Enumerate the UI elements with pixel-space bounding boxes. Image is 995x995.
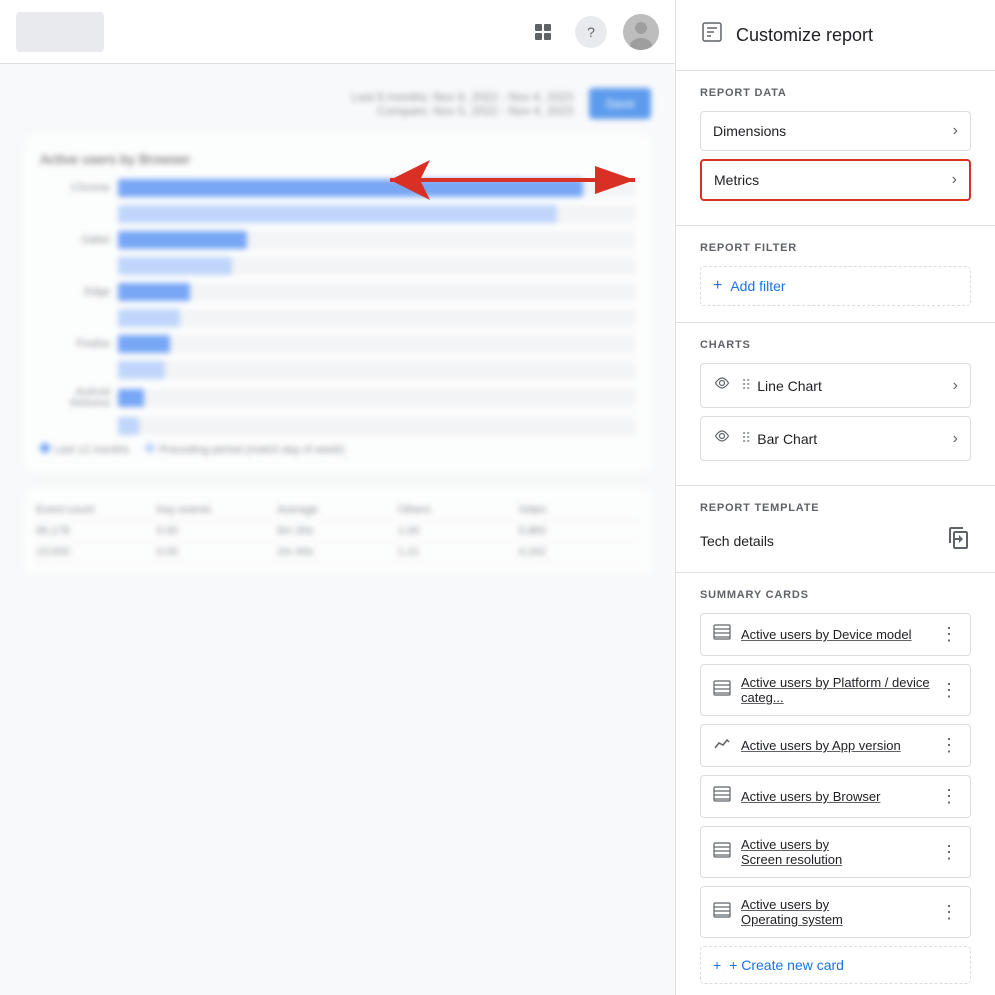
dimensions-label: Dimensions [713, 123, 786, 139]
report-data-section: REPORT DATA Dimensions › Metrics › [676, 71, 995, 226]
panel-title: Customize report [736, 25, 873, 46]
line-chart-item[interactable]: ⠿ Line Chart › [700, 363, 971, 408]
card-device-model[interactable]: Active users by Device model ⋮ [700, 613, 971, 656]
add-filter-button[interactable]: +Add filter [700, 266, 971, 306]
chart-legend: Last 12 months Preceding period (match d… [40, 443, 635, 456]
card-device-model-label: Active users by Device model [741, 627, 940, 642]
bar-chart-item[interactable]: ⠿ Bar Chart › [700, 416, 971, 461]
report-icon [700, 20, 724, 50]
report-filter-label: REPORT FILTER [700, 242, 971, 254]
create-new-card-button[interactable]: + + Create new card [700, 946, 971, 984]
three-dots-device[interactable]: ⋮ [940, 624, 958, 645]
bar-row-safari-2 [40, 257, 635, 275]
report-template-label: REPORT TEMPLATE [700, 502, 971, 514]
template-copy-icon[interactable] [947, 526, 971, 556]
card-app-version-label: Active users by App version [741, 738, 940, 753]
chevron-right-line-icon: › [953, 377, 958, 395]
bar-row-edge: Edge [40, 283, 635, 301]
three-dots-os[interactable]: ⋮ [940, 902, 958, 923]
panel-header: Customize report [676, 0, 995, 71]
bar-row-firefox: Firefox [40, 335, 635, 353]
plus-filter-icon: + [713, 277, 722, 295]
avatar[interactable] [623, 14, 659, 50]
customize-report-panel: Customize report REPORT DATA Dimensions … [675, 0, 995, 995]
bar-row-android: Android Webview [40, 387, 635, 409]
eye-icon-line [713, 374, 731, 397]
bar-chart-label: Bar Chart [757, 431, 817, 447]
bar-row-android-2 [40, 417, 635, 435]
bar-row-safari: Safari [40, 231, 635, 249]
table-area: Event countKey eventsAverageOthersVideo … [24, 488, 651, 575]
three-dots-app[interactable]: ⋮ [940, 735, 958, 756]
line-icon-app [713, 735, 731, 756]
top-bar: ? [0, 0, 675, 64]
chevron-right-bar-icon: › [953, 430, 958, 448]
three-dots-browser[interactable]: ⋮ [940, 786, 958, 807]
table-icon-platform [713, 680, 731, 701]
card-screen-resolution[interactable]: Active users byScreen resolution ⋮ [700, 826, 971, 878]
summary-cards-label: SUMMARY CARDS [700, 589, 971, 601]
logo [16, 12, 104, 52]
drag-icon-bar: ⠿ [741, 430, 751, 447]
line-chart-label: Line Chart [757, 378, 822, 394]
three-dots-screen[interactable]: ⋮ [940, 842, 958, 863]
chevron-right-metrics-icon: › [952, 171, 957, 189]
table-header: Event countKey eventsAverageOthersVideo [36, 500, 639, 521]
report-data-label: REPORT DATA [700, 87, 971, 99]
template-name: Tech details [700, 533, 774, 549]
bar-row-firefox-2 [40, 361, 635, 379]
table-icon-screen [713, 842, 731, 863]
card-browser[interactable]: Active users by Browser ⋮ [700, 775, 971, 818]
summary-cards-section: SUMMARY CARDS Active users by Device mod… [676, 573, 995, 995]
card-screen-resolution-label: Active users byScreen resolution [741, 837, 940, 867]
metrics-menu-item[interactable]: Metrics › [700, 159, 971, 201]
metrics-label: Metrics [714, 172, 759, 188]
three-dots-platform[interactable]: ⋮ [940, 680, 958, 701]
card-os[interactable]: Active users byOperating system ⋮ [700, 886, 971, 938]
arrow-annotation [350, 140, 650, 225]
charts-label: CHARTS [700, 339, 971, 351]
eye-icon-bar [713, 427, 731, 450]
bar-row-edge-2 [40, 309, 635, 327]
charts-section: CHARTS ⠿ Line Chart › ⠿ [676, 323, 995, 486]
table-row-1: 96,1780.006m 30s1.005,860 [36, 521, 639, 542]
table-row-2: 13,0000.002m 40s1.214,162 [36, 542, 639, 563]
chevron-right-icon: › [953, 122, 958, 140]
card-platform-label: Active users by Platform / device categ.… [741, 675, 940, 705]
table-icon-browser [713, 786, 731, 807]
card-os-label: Active users byOperating system [741, 897, 940, 927]
date-text: Last 6 months: Nov 6, 2022 - Nov 4, 2023… [351, 90, 573, 118]
table-icon-os [713, 902, 731, 923]
card-browser-label: Active users by Browser [741, 789, 940, 804]
dimensions-menu-item[interactable]: Dimensions › [700, 111, 971, 151]
grid-icon[interactable] [527, 16, 559, 48]
plus-card-icon: + [713, 957, 721, 973]
create-card-label: + Create new card [729, 957, 844, 973]
drag-icon-line: ⠿ [741, 377, 751, 394]
card-app-version[interactable]: Active users by App version ⋮ [700, 724, 971, 767]
help-icon[interactable]: ? [575, 16, 607, 48]
report-template-section: REPORT TEMPLATE Tech details [676, 486, 995, 573]
card-platform[interactable]: Active users by Platform / device categ.… [700, 664, 971, 716]
table-icon-device [713, 624, 731, 645]
report-filter-section: REPORT FILTER +Add filter [676, 226, 995, 323]
save-button[interactable]: Save [589, 88, 651, 119]
